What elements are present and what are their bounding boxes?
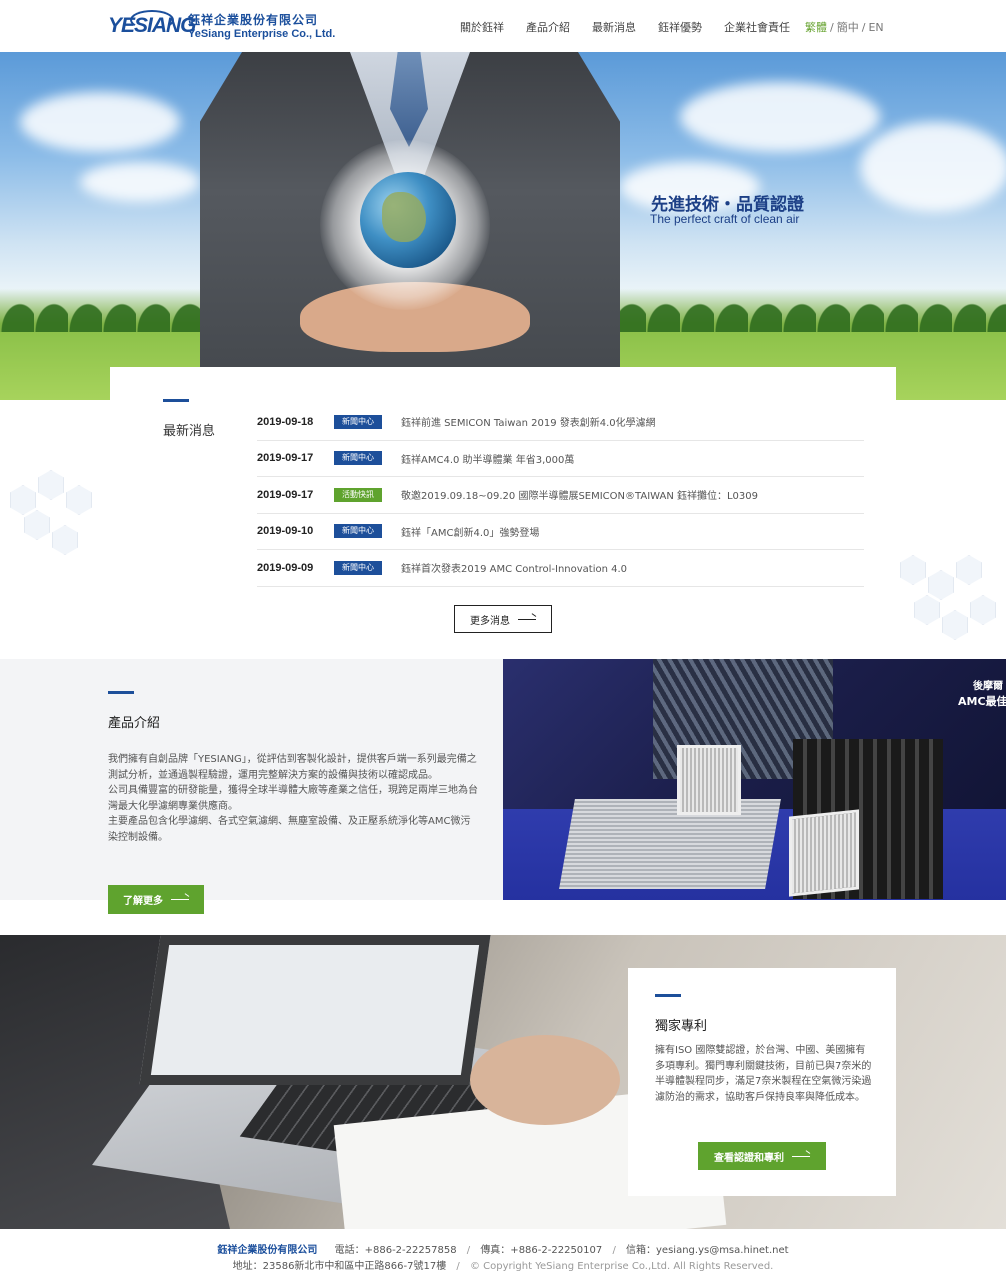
news-item[interactable]: 2019-09-17 活動快訊 敬邀2019.09.18~09.20 國際半導體… [257, 477, 864, 514]
product-description: 我們擁有自創品牌「YESIANG」，從評估到客製化設計，提供客戶端一系列最完備之… [108, 752, 478, 846]
site-header: YESIANG 鈺祥企業股份有限公司 YeSiang Enterprise Co… [0, 0, 1006, 52]
booth-sign-text: 後摩爾 [973, 681, 1003, 692]
hexagon-decor [10, 485, 36, 515]
nav-products[interactable]: 產品介紹 [526, 19, 570, 35]
footer-address: 地址：23586新北市中和區中正路866-7號17樓 [232, 1261, 447, 1272]
company-logo[interactable]: YESIANG 鈺祥企業股份有限公司 YeSiang Enterprise Co… [108, 8, 335, 44]
divider: / [612, 1245, 616, 1256]
nav-csr[interactable]: 企業社會責任 [724, 19, 790, 35]
section-accent-bar [163, 399, 189, 402]
news-title[interactable]: 鈺祥「AMC創新4.0」強勢登場 [401, 524, 539, 539]
divider: / [466, 1245, 471, 1256]
air-filter-panel [677, 745, 741, 815]
news-tag: 新聞中心 [334, 414, 382, 429]
news-date: 2019-09-10 [257, 525, 314, 538]
patent-description: 擁有ISO 國際雙認證，於台灣、中國、美國擁有多項專利。獨門專利關鍵技術，目前已… [655, 1045, 872, 1103]
air-filter-panel [789, 809, 859, 897]
hexagon-decor [38, 470, 64, 500]
language-switcher: 繁體 / 簡中 / EN [805, 21, 884, 34]
arrow-right-icon [792, 1155, 810, 1157]
nav-about[interactable]: 關於鈺祥 [460, 19, 504, 35]
hero-banner: 先進技術・品質認證 The perfect craft of clean air [0, 52, 1006, 400]
lang-traditional[interactable]: 繁體 [805, 21, 827, 34]
learn-more-label: 了解更多 [123, 896, 163, 907]
chemical-filter-block [559, 799, 781, 889]
lang-simplified[interactable]: 簡中 [837, 21, 859, 34]
product-section-title: 產品介紹 [108, 716, 161, 731]
footer-phone: 電話：+886-2-22257858 [334, 1245, 457, 1256]
footer-company: 鈺祥企業股份有限公司 [217, 1245, 318, 1256]
news-tag: 活動快訊 [334, 487, 382, 502]
footer-contact-line: 鈺祥企業股份有限公司 電話：+886-2-22257858 / 傳真：+886-… [0, 1241, 1006, 1256]
cloud-decor [680, 82, 880, 152]
booth-sign-text: AMC最佳 [958, 695, 1006, 708]
hexagon-decor [942, 610, 968, 640]
hexagon-decor [52, 525, 78, 555]
news-tag: 新聞中心 [334, 451, 382, 466]
news-list: 2019-09-18 新聞中心 鈺祥前進 SEMICON Taiwan 2019… [257, 404, 864, 587]
hexagon-decor [24, 510, 50, 540]
patent-section-title: 獨家專利 [655, 1019, 708, 1034]
news-date: 2019-09-17 [257, 452, 314, 465]
product-paragraph: 我們擁有自創品牌「YESIANG」，從評估到客製化設計，提供客戶端一系列最完備之… [108, 754, 477, 781]
news-date: 2019-09-18 [257, 415, 314, 428]
footer-address-line: 地址：23586新北市中和區中正路866-7號17樓 / © Copyright… [0, 1257, 1006, 1272]
logo-ring-icon [130, 10, 174, 30]
news-title[interactable]: 鈺祥前進 SEMICON Taiwan 2019 發表創新4.0化學濾網 [401, 414, 656, 429]
learn-more-button[interactable]: 了解更多 [108, 885, 204, 914]
cloud-decor [20, 92, 180, 152]
product-paragraph: 公司具備豐富的研發能量，獲得全球半導體大廠等產業之信任，現跨足兩岸三地為台灣最大… [108, 785, 478, 812]
cloud-decor [80, 162, 200, 202]
footer-email[interactable]: 信箱：yesiang.ys@msa.hinet.net [626, 1245, 789, 1256]
news-tag: 新聞中心 [334, 524, 382, 539]
globe-land [382, 192, 426, 242]
more-news-button[interactable]: 更多消息 [454, 605, 552, 633]
hexagon-decor [914, 595, 940, 625]
news-date: 2019-09-17 [257, 488, 314, 501]
arrow-right-icon [171, 899, 189, 900]
more-news-label: 更多消息 [470, 615, 510, 627]
laptop-screen-decor [139, 935, 491, 1085]
nav-advantages[interactable]: 鈺祥優勢 [658, 19, 702, 35]
hero-subtitle: The perfect craft of clean air [650, 212, 800, 226]
news-item[interactable]: 2019-09-09 新聞中心 鈺祥首次發表2019 AMC Control-I… [257, 550, 864, 587]
product-showcase-image: 後摩爾 AMC最佳 [503, 659, 1006, 900]
news-tag: 新聞中心 [334, 560, 382, 575]
view-patents-label: 查看認證和專利 [714, 1152, 784, 1164]
news-title[interactable]: 鈺祥首次發表2019 AMC Control-Innovation 4.0 [401, 560, 627, 575]
main-nav: 關於鈺祥 產品介紹 最新消息 鈺祥優勢 企業社會責任 [460, 19, 812, 35]
news-title[interactable]: 鈺祥AMC4.0 助半導體業 年省3,000萬 [401, 451, 574, 466]
logo-company-en: YeSiang Enterprise Co., Ltd. [188, 28, 336, 40]
news-date: 2019-09-09 [257, 561, 314, 574]
news-item[interactable]: 2019-09-10 新聞中心 鈺祥「AMC創新4.0」強勢登場 [257, 514, 864, 550]
logo-company-cn: 鈺祥企業股份有限公司 [188, 13, 319, 27]
product-paragraph: 主要產品包含化學濾網、各式空氣濾網、無塵室設備、及正壓系統淨化等AMC微污染控制… [108, 816, 471, 843]
footer-copyright: © Copyright YeSiang Enterprise Co.,Ltd. … [469, 1261, 774, 1272]
news-title[interactable]: 敬邀2019.09.18~09.20 國際半導體展SEMICON®TAIWAN … [401, 487, 758, 502]
nav-news[interactable]: 最新消息 [592, 19, 636, 35]
hexagon-decor [956, 555, 982, 585]
view-patents-button[interactable]: 查看認證和專利 [698, 1142, 826, 1170]
lang-english[interactable]: EN [868, 21, 883, 34]
hexagon-decor [970, 595, 996, 625]
cloud-decor [860, 122, 1006, 212]
news-item[interactable]: 2019-09-18 新聞中心 鈺祥前進 SEMICON Taiwan 2019… [257, 404, 864, 441]
hexagon-decor [900, 555, 926, 585]
logo-mark: YESIANG [108, 10, 197, 38]
section-accent-bar [108, 691, 134, 694]
hand-decor [470, 1035, 620, 1125]
arrow-right-icon [518, 618, 536, 620]
hexagon-decor [928, 570, 954, 600]
news-section-title: 最新消息 [163, 424, 216, 439]
divider: / [456, 1261, 460, 1272]
hexagon-decor [66, 485, 92, 515]
footer-fax: 傳真：+886-2-22250107 [480, 1245, 603, 1256]
section-accent-bar [655, 994, 681, 997]
news-item[interactable]: 2019-09-17 新聞中心 鈺祥AMC4.0 助半導體業 年省3,000萬 [257, 441, 864, 477]
